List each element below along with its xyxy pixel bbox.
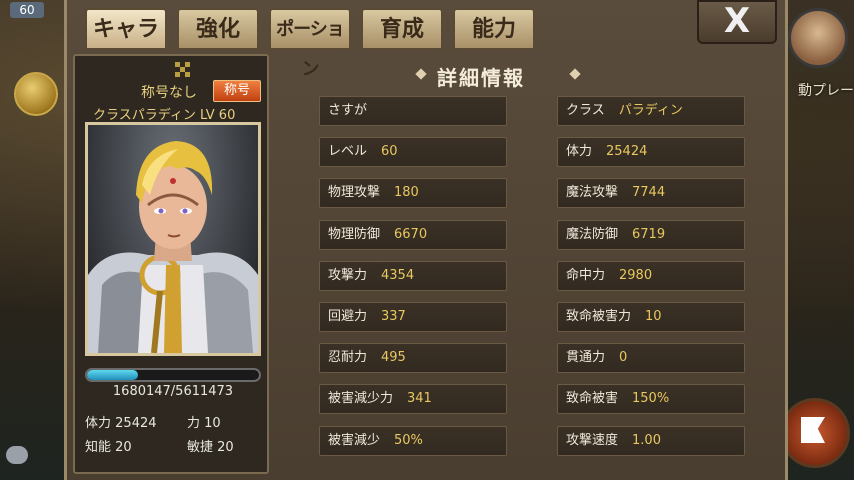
detail-stat-value: 180 (394, 185, 419, 201)
experience-bar-fill (87, 370, 139, 380)
detail-stat-value: 341 (407, 391, 432, 407)
close-button[interactable]: X (697, 0, 777, 44)
detail-stat-value: 1.00 (632, 432, 661, 448)
detail-stat-label: さすが (328, 103, 368, 118)
detail-stat-left-2: 物理攻撃 180 (319, 178, 507, 209)
character-portrait (85, 122, 261, 356)
tab-enhance[interactable]: 強化 (177, 8, 259, 50)
detail-stat-value: 150% (632, 391, 670, 407)
title-diamond-left-icon (415, 68, 427, 80)
detail-stat-value: 6719 (632, 226, 666, 242)
stat-str: 力 10 (187, 412, 221, 431)
tab-ability[interactable]: 能力 (453, 8, 535, 50)
detail-stat-label: 攻撃力 (328, 267, 368, 283)
tab-bar: キャラ 強化 ポーション 育成 能力 (85, 8, 535, 80)
coin-icon[interactable] (14, 72, 58, 116)
tab-character[interactable]: キャラ (85, 8, 167, 50)
detail-stat-value: 10 (645, 309, 662, 324)
detail-stat-label: 物理攻撃 (328, 185, 381, 201)
detail-stat-label: 致命被害力 (566, 309, 632, 324)
character-card: 称号なし 称号 クラスパラディン LV 60 1680147/5611473 体… (73, 54, 269, 474)
detail-stat-label: 命中力 (566, 267, 606, 283)
detail-stat-value: 2980 (619, 267, 653, 283)
detail-stat-label: 回避力 (328, 309, 368, 324)
stat-hp-label: 体力 (85, 416, 112, 431)
detail-title: 詳細情報 (437, 66, 525, 90)
stat-hp: 体力 25424 (85, 412, 157, 431)
detail-stat-value: 0 (619, 350, 628, 366)
stat-agi: 敏捷 20 (187, 436, 234, 455)
detail-stat-right-1: 体力 25424 (557, 137, 745, 168)
detail-stat-right-7: 致命被害 150% (557, 384, 745, 415)
detail-stat-value: 495 (381, 350, 406, 366)
stat-agi-label: 敏捷 (187, 440, 214, 455)
detail-stat-label: 魔法攻撃 (566, 185, 619, 201)
detail-stat-left-3: 物理防御 6670 (319, 219, 507, 250)
experience-text: 1680147/5611473 (112, 384, 234, 399)
title-status: 称号なし (141, 85, 197, 101)
detail-stat-label: クラス (566, 103, 605, 118)
experience-bar (85, 368, 261, 382)
right-hud-label: 動プレー (798, 83, 854, 99)
character-info-panel: キャラ 強化 ポーション 育成 能力 X 称号なし 称号 クラスパラディン LV… (64, 0, 788, 480)
detail-stat-value: 6670 (394, 226, 428, 242)
stat-str-value: 10 (204, 416, 221, 431)
chat-icon[interactable] (6, 446, 28, 464)
detail-stat-label: 被害減少 (328, 432, 381, 448)
detail-stat-left-4: 攻撃力 4354 (319, 260, 507, 291)
detail-stat-label: 致命被害 (566, 391, 619, 407)
stat-int: 知能 20 (85, 436, 132, 455)
stat-int-value: 20 (115, 440, 132, 455)
detail-stat-value: 337 (381, 309, 406, 324)
detail-stat-label: 忍耐力 (328, 350, 368, 366)
detail-stat-label: 体力 (566, 144, 593, 160)
tab-growth[interactable]: 育成 (361, 8, 443, 50)
class-level-label: クラスパラディン LV 60 (93, 108, 236, 123)
detail-stat-right-4: 命中力 2980 (557, 260, 745, 291)
detail-stat-label: 被害減少力 (328, 391, 394, 407)
detail-stat-left-0: さすが (319, 96, 507, 126)
detail-stat-left-1: レベル 60 (319, 137, 507, 168)
detail-stat-left-5: 回避力 337 (319, 302, 507, 332)
detail-stat-right-6: 貫通力 0 (557, 343, 745, 374)
right-hud: 動プレー (780, 0, 854, 480)
stat-str-label: 力 (187, 416, 201, 431)
detail-stat-left-8: 被害減少 50% (319, 425, 507, 456)
detail-stat-value: 4354 (381, 267, 415, 283)
left-hud: 60 (0, 0, 64, 480)
pixel-emblem-icon (175, 62, 195, 78)
title-diamond-right-icon (569, 68, 581, 80)
attack-action-button[interactable] (780, 398, 850, 468)
detail-stat-value: 60 (381, 144, 398, 160)
detail-stat-label: 物理防御 (328, 226, 381, 242)
detail-stat-value: 7744 (632, 185, 666, 201)
detail-stat-label: レベル (328, 144, 368, 160)
detail-stat-right-3: 魔法防御 6719 (557, 219, 745, 250)
stat-int-label: 知能 (85, 440, 112, 455)
stat-agi-value: 20 (217, 440, 234, 455)
detail-stat-right-2: 魔法攻撃 7744 (557, 178, 745, 209)
detail-stat-left-6: 忍耐力 495 (319, 343, 507, 374)
stat-hp-value: 25424 (115, 416, 157, 431)
tab-potion[interactable]: ポーション (269, 8, 351, 80)
detail-stat-value: 50% (394, 432, 423, 448)
detail-stat-value: パラディン (618, 103, 683, 118)
detail-stat-left-7: 被害減少力 341 (319, 384, 507, 415)
detail-stat-right-8: 攻撃速度 1.00 (557, 425, 745, 456)
detail-stat-right-0: クラス パラディン (557, 96, 745, 126)
player-level-badge: 60 (10, 2, 44, 18)
detail-stat-label: 貫通力 (566, 350, 606, 366)
avatar[interactable] (788, 8, 848, 68)
detail-stat-label: 魔法防御 (566, 226, 619, 242)
detail-stat-right-5: 致命被害力 10 (557, 302, 745, 332)
title-button[interactable]: 称号 (213, 80, 261, 102)
paladin-portrait-image (88, 141, 258, 353)
close-icon: X (723, 1, 751, 41)
detail-stat-label: 攻撃速度 (566, 432, 619, 448)
detail-stat-value: 25424 (606, 144, 648, 160)
